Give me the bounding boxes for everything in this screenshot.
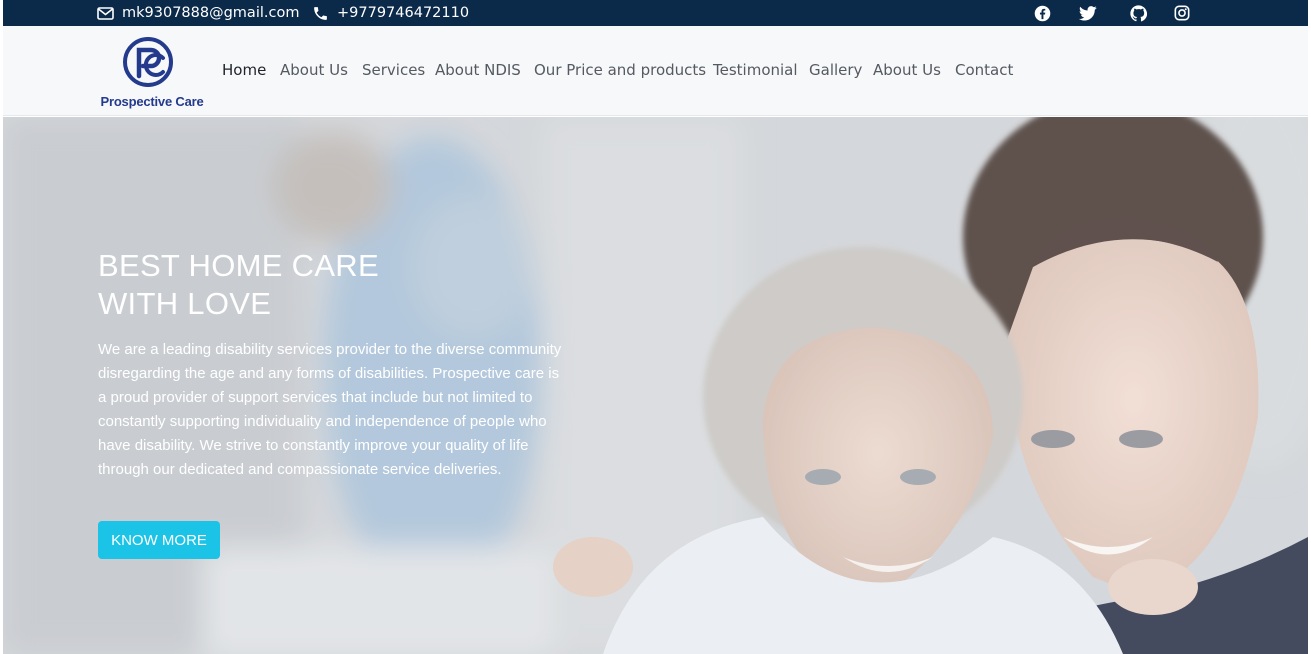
nav-item-price-products[interactable]: Our Price and products (534, 61, 706, 79)
twitter-icon (1079, 5, 1097, 21)
nav-item-about-ndis[interactable]: About NDIS (435, 61, 521, 79)
hero-title-line2: WITH LOVE (98, 286, 272, 321)
brand-logo[interactable]: Prospective Care (97, 36, 207, 109)
brand-name: Prospective Care (100, 94, 204, 109)
envelope-icon (97, 6, 114, 20)
twitter-link[interactable] (1079, 0, 1097, 26)
nav-item-services[interactable]: Services (362, 61, 425, 79)
nav-item-home[interactable]: Home (222, 61, 266, 79)
instagram-link[interactable] (1174, 0, 1190, 26)
facebook-icon (1034, 5, 1051, 21)
hero-section: BEST HOME CARE WITH LOVE We are a leadin… (3, 117, 1308, 654)
email-contact[interactable]: mk9307888@gmail.com (97, 0, 299, 26)
logo-mark-icon (123, 37, 173, 87)
email-text: mk9307888@gmail.com (122, 5, 300, 21)
hero-description: We are a leading disability services pro… (98, 341, 562, 478)
nav-item-about-us-2[interactable]: About Us (873, 61, 941, 79)
nav-item-about-us[interactable]: About Us (280, 61, 348, 79)
know-more-button[interactable]: KNOW MORE (98, 521, 220, 559)
top-contact-bar: mk9307888@gmail.com +9779746472110 (3, 0, 1308, 26)
page: mk9307888@gmail.com +9779746472110 Prosp… (3, 0, 1308, 654)
nav-item-gallery[interactable]: Gallery (809, 61, 862, 79)
hero-title: BEST HOME CARE WITH LOVE (98, 247, 498, 323)
phone-icon (314, 6, 327, 20)
hero-title-line1: BEST HOME CARE (98, 248, 379, 283)
github-icon (1130, 4, 1147, 21)
nav-item-contact[interactable]: Contact (955, 61, 1013, 79)
nav-item-testimonial[interactable]: Testimonial (713, 61, 798, 79)
main-navbar: Prospective Care Home About Us Services … (3, 26, 1308, 116)
instagram-icon (1174, 5, 1190, 21)
phone-text: +9779746472110 (337, 5, 470, 21)
github-link[interactable] (1130, 0, 1147, 26)
facebook-link[interactable] (1034, 0, 1051, 26)
phone-contact[interactable]: +9779746472110 (312, 0, 469, 26)
